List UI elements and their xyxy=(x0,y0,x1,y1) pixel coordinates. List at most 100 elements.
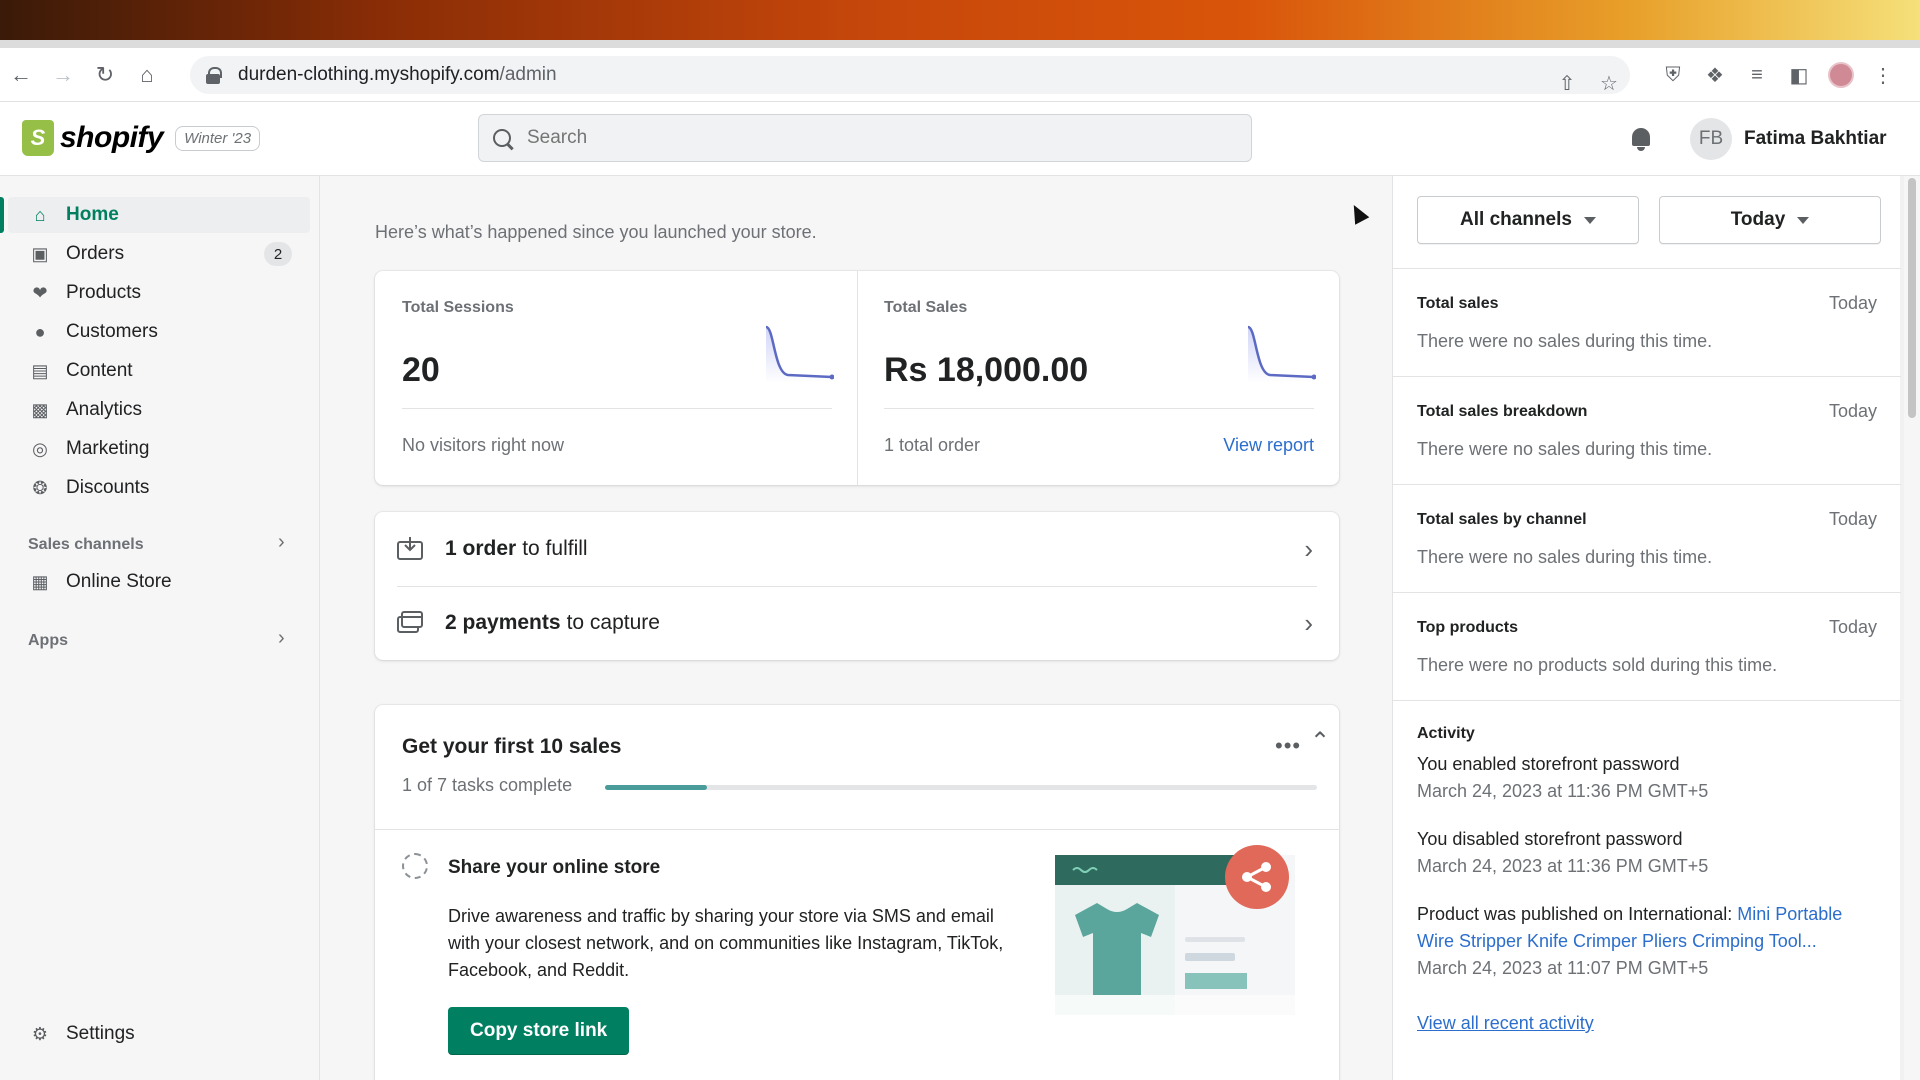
activity-text-wrap: Product was published on International: … xyxy=(1417,901,1877,955)
scrollbar-thumb[interactable] xyxy=(1908,178,1916,418)
browser-menu-icon[interactable]: ⋮ xyxy=(1862,48,1904,102)
activity-item: Product was published on International: … xyxy=(1417,901,1877,982)
view-report-link[interactable]: View report xyxy=(1223,435,1314,456)
fulfill-orders-row[interactable]: 1 order to fulfill › xyxy=(375,512,1339,587)
top-products-section[interactable]: Top products Today There were no product… xyxy=(1393,592,1901,700)
activity-time: March 24, 2023 at 11:07 PM GMT+5 xyxy=(1417,958,1709,978)
date-filter-dropdown[interactable]: Today xyxy=(1659,196,1881,244)
sidebar: ⌂ Home ▣ Orders 2 ❤ Products ● Customers… xyxy=(0,176,320,1080)
chevron-right-icon: › xyxy=(1304,533,1313,564)
search-input[interactable] xyxy=(527,127,1227,149)
back-icon[interactable]: ← xyxy=(0,48,42,102)
sidebar-item-customers[interactable]: ● Customers xyxy=(8,314,310,350)
activity-section: Activity You enabled storefront password… xyxy=(1393,700,1901,1080)
orders-count-badge: 2 xyxy=(264,242,292,266)
todo-text: to fulfill xyxy=(522,537,588,560)
search-bar[interactable] xyxy=(478,114,1252,162)
puzzle-extension-icon[interactable]: ❖ xyxy=(1694,48,1736,102)
sidebar-item-label: Marketing xyxy=(66,438,150,459)
metric-label: Total Sales xyxy=(884,299,968,316)
sidebar-item-label: Customers xyxy=(66,321,158,342)
metric-value: 20 xyxy=(402,351,440,389)
section-text: There were no sales during this time. xyxy=(1417,547,1713,567)
metric-label: Total Sessions xyxy=(402,299,514,316)
person-icon: ● xyxy=(34,321,46,342)
todo-count: 2 payments xyxy=(445,611,561,634)
side-panel-icon[interactable]: ◧ xyxy=(1778,48,1820,102)
sidebar-item-settings[interactable]: ⚙ Settings xyxy=(8,1016,310,1052)
shield-extension-icon[interactable]: ⛨ xyxy=(1652,48,1694,102)
chevron-right-icon[interactable]: › xyxy=(278,531,285,554)
sessions-sparkline xyxy=(765,325,834,383)
admin-header: S shopify Winter '23 FB Fatima Bakhtiar xyxy=(0,102,1920,176)
sales-breakdown-section[interactable]: Total sales breakdown Today There were n… xyxy=(1393,376,1901,484)
address-bar[interactable]: durden-clothing.myshopify.com/admin ⇧ ☆ xyxy=(190,56,1630,95)
media-queue-icon[interactable]: ≡ xyxy=(1736,48,1778,102)
section-text: There were no products sold during this … xyxy=(1417,655,1778,675)
sidebar-item-label: Online Store xyxy=(66,571,172,592)
activity-title: Activity xyxy=(1417,725,1475,742)
sidebar-item-marketing[interactable]: ◎ Marketing xyxy=(8,431,310,467)
activity-item: You enabled storefront password March 24… xyxy=(1417,751,1877,805)
capture-payments-row[interactable]: 2 payments to capture › xyxy=(375,586,1339,660)
activity-text: Product was published on International: xyxy=(1417,904,1733,924)
user-menu[interactable]: FB Fatima Bakhtiar xyxy=(1690,118,1887,160)
chevron-up-icon[interactable]: ⌃ xyxy=(1310,727,1330,756)
brand-name: shopify xyxy=(60,121,164,154)
section-date: Today xyxy=(1828,293,1877,313)
home-icon[interactable]: ⌂ xyxy=(126,48,168,102)
todo-text: to capture xyxy=(566,611,660,634)
metric-footer: 1 total order xyxy=(884,435,981,455)
sidebar-item-label: Analytics xyxy=(66,399,143,420)
sidebar-item-content[interactable]: ▤ Content xyxy=(8,353,310,389)
sidebar-item-online-store[interactable]: ▦ Online Store xyxy=(8,564,310,600)
progress-bar xyxy=(605,785,1317,790)
channel-filter-dropdown[interactable]: All channels xyxy=(1417,196,1639,244)
discount-icon: ❂ xyxy=(32,477,48,498)
dropdown-label: All channels xyxy=(1460,209,1572,230)
sidebar-item-analytics[interactable]: ▩ Analytics xyxy=(8,392,310,428)
search-icon xyxy=(493,129,511,147)
page-scrollbar[interactable] xyxy=(1904,176,1920,1080)
activity-text: You enabled storefront password xyxy=(1417,754,1680,774)
task-status-circle[interactable] xyxy=(402,853,428,879)
progress-fill xyxy=(605,785,707,790)
chevron-right-icon[interactable]: › xyxy=(278,627,285,650)
content-icon: ▤ xyxy=(31,360,49,381)
sidebar-item-products[interactable]: ❤ Products xyxy=(8,275,310,311)
sales-metric[interactable]: Total Sales Rs 18,000.00 1 total order V… xyxy=(857,271,1341,485)
todo-count: 1 order xyxy=(445,537,517,560)
copy-store-link-button[interactable]: Copy store link xyxy=(448,1007,630,1055)
sidebar-item-label: Settings xyxy=(66,1023,135,1044)
edition-badge: Winter '23 xyxy=(175,125,261,151)
notifications-bell-icon[interactable] xyxy=(1630,126,1652,152)
total-sales-section[interactable]: Total sales Today There were no sales du… xyxy=(1393,268,1901,376)
reload-icon[interactable]: ↻ xyxy=(84,48,126,102)
url-path: /admin xyxy=(499,64,557,85)
browser-toolbar: ← → ↻ ⌂ durden-clothing.myshopify.com/ad… xyxy=(0,48,1920,102)
sidebar-item-orders[interactable]: ▣ Orders 2 xyxy=(8,236,310,272)
view-all-activity-link[interactable]: View all recent activity xyxy=(1417,1013,1594,1034)
tag-icon: ❤ xyxy=(32,282,48,303)
sidebar-item-discounts[interactable]: ❂ Discounts xyxy=(8,470,310,506)
sidebar-item-home[interactable]: ⌂ Home xyxy=(0,197,310,233)
sales-channels-heading: Sales channels xyxy=(28,536,144,553)
shopify-logo[interactable]: S shopify Winter '23 xyxy=(22,120,261,156)
task-title[interactable]: Share your online store xyxy=(448,857,660,879)
caret-down-icon xyxy=(1583,216,1596,224)
sidebar-item-label: Content xyxy=(66,360,133,381)
apps-heading: Apps xyxy=(28,632,68,649)
inbox-icon: ▣ xyxy=(31,243,49,264)
sales-by-channel-section[interactable]: Total sales by channel Today There were … xyxy=(1393,484,1901,592)
sessions-metric[interactable]: Total Sessions 20 No visitors right now xyxy=(375,271,859,485)
lock-icon xyxy=(206,67,222,84)
section-title: Top products xyxy=(1417,619,1519,636)
activity-item: You disabled storefront password March 2… xyxy=(1417,826,1877,880)
more-options-icon[interactable]: ••• xyxy=(1275,733,1301,759)
forward-icon[interactable]: → xyxy=(42,48,84,102)
metric-footer: No visitors right now xyxy=(402,435,565,455)
section-date: Today xyxy=(1828,617,1877,637)
bar-chart-icon: ▩ xyxy=(31,399,49,420)
url-host: durden-clothing.myshopify.com xyxy=(238,64,500,85)
profile-avatar-icon[interactable] xyxy=(1820,48,1862,102)
